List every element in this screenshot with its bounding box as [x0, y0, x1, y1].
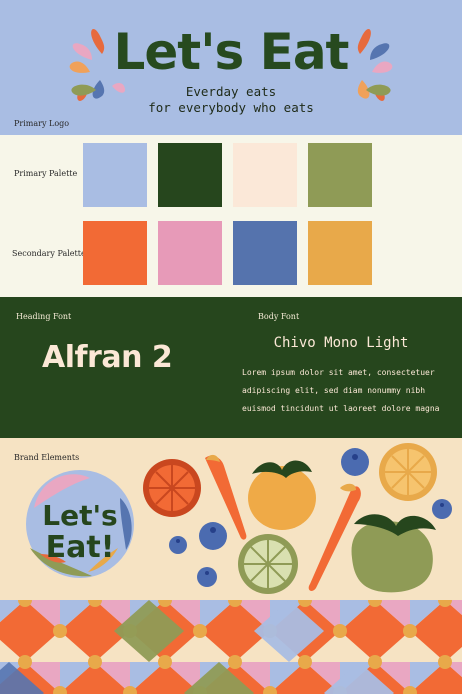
- carrot-icon: [308, 483, 361, 591]
- secondary-palette-label: Secondary Palette: [12, 249, 86, 258]
- primary-swatch: [158, 143, 222, 207]
- primary-logo-label: Primary Logo: [14, 119, 70, 128]
- badge-line-2: Eat!: [46, 530, 115, 565]
- logo-tagline: Everday eats for everybody who eats: [0, 84, 462, 116]
- primary-logo-section: Let's Eat Everday eats for everybody who…: [0, 0, 462, 135]
- body-sample-line: Lorem ipsum dolor sit amet, consectetuer: [242, 368, 435, 377]
- badge-logo-icon: Let's Eat!: [26, 470, 134, 578]
- body-font-name: Chivo Mono Light: [273, 335, 409, 351]
- tomato-icon: [248, 460, 316, 530]
- secondary-swatch: [233, 221, 297, 285]
- palette-section: Primary Palette Secondary Palette: [0, 135, 462, 297]
- blueberry-icon: [341, 448, 369, 476]
- secondary-swatch: [308, 221, 372, 285]
- heading-font-label: Heading Font: [16, 312, 72, 321]
- lime-slice-icon: [238, 534, 298, 594]
- body-sample-line: euismod tincidunt ut laoreet dolore magn…: [242, 404, 440, 413]
- brand-pattern: [0, 600, 462, 694]
- brand-board: Let's Eat Everday eats for everybody who…: [0, 0, 462, 694]
- blueberry-icon: [169, 536, 187, 554]
- blueberry-icon: [199, 522, 227, 550]
- primary-swatch: [233, 143, 297, 207]
- tagline-line-1: Everday eats: [185, 84, 277, 99]
- orange-slice-icon: [379, 443, 437, 501]
- blueberry-icon: [197, 567, 217, 587]
- body-font-label: Body Font: [258, 312, 300, 321]
- primary-swatch: [83, 143, 147, 207]
- primary-palette-label: Primary Palette: [14, 169, 78, 178]
- blueberry-icon: [432, 499, 452, 519]
- brand-elements-section: Brand Elements Let's Eat!: [0, 438, 462, 600]
- heading-font-sample: Alfran 2: [42, 340, 173, 375]
- heirloom-tomato-icon: [351, 514, 436, 593]
- secondary-swatch: [83, 221, 147, 285]
- body-sample-line: adipiscing elit, sed diam nonummy nibh: [242, 386, 426, 395]
- geometric-pattern: [0, 600, 462, 694]
- orange-slice-icon: [143, 459, 201, 517]
- body-font-sample: Lorem ipsum dolor sit amet, consectetuer…: [242, 364, 454, 418]
- primary-swatch: [308, 143, 372, 207]
- badge-line-1: Let's: [42, 499, 117, 532]
- brand-elements-art: Let's Eat!: [26, 443, 452, 594]
- tagline-line-2: for everybody who eats: [148, 100, 314, 115]
- logo-wordmark: Let's Eat: [113, 23, 350, 81]
- secondary-swatch: [158, 221, 222, 285]
